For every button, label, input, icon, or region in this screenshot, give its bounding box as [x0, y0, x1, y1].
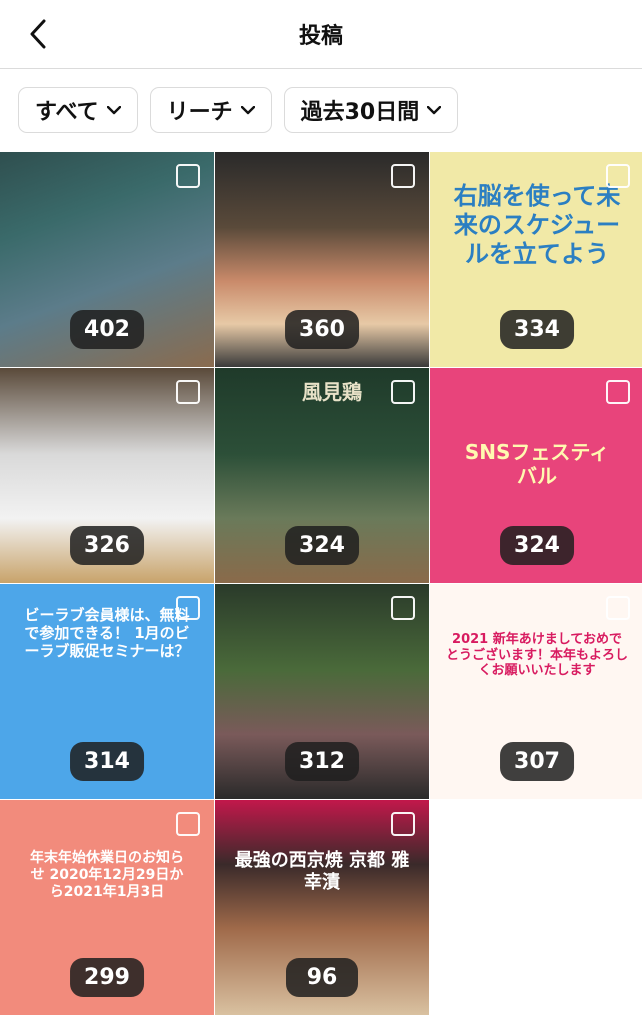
select-checkbox[interactable] — [391, 164, 415, 188]
page-title: 投稿 — [298, 24, 343, 49]
select-checkbox[interactable] — [606, 380, 630, 404]
post-tile[interactable]: 402 — [0, 152, 214, 367]
reach-count: 324 — [285, 526, 359, 565]
select-checkbox[interactable] — [176, 164, 200, 188]
chevron-down-icon — [240, 105, 255, 115]
chevron-down-icon — [427, 105, 442, 115]
select-checkbox[interactable] — [391, 380, 415, 404]
select-checkbox[interactable] — [176, 812, 200, 836]
reach-count: 326 — [70, 526, 144, 565]
post-overlay-text: 2021 新年あけましておめでとうございます！本年もよろしくお願いいたします — [446, 632, 629, 679]
post-tile[interactable]: 最強の西京焼 京都 雅幸漬 96 — [215, 800, 429, 1015]
post-tile[interactable]: 風見鶏 324 — [215, 368, 429, 583]
reach-count: 334 — [500, 310, 574, 349]
reach-count: 314 — [70, 742, 144, 781]
reach-count: 312 — [285, 742, 359, 781]
post-tile[interactable]: 312 — [215, 584, 429, 799]
filter-metric-dropdown[interactable]: リーチ — [149, 87, 272, 133]
chevron-left-icon — [30, 19, 46, 49]
top-bar: 投稿 — [0, 0, 642, 69]
reach-count: 402 — [70, 310, 144, 349]
chevron-down-icon — [106, 105, 121, 115]
filter-metric-label: リーチ — [166, 100, 233, 125]
post-overlay-text: 右脳を使って未来のスケジュールを立てよう — [453, 182, 621, 268]
post-tile[interactable]: 2021 新年あけましておめでとうございます！本年もよろしくお願いいたします 3… — [430, 584, 642, 799]
select-checkbox[interactable] — [606, 164, 630, 188]
select-checkbox[interactable] — [391, 812, 415, 836]
filter-period-dropdown[interactable]: 過去30日間 — [283, 87, 459, 133]
post-tile[interactable]: 右脳を使って未来のスケジュールを立てよう 334 — [430, 152, 642, 367]
select-checkbox[interactable] — [176, 380, 200, 404]
filter-period-label: 過去30日間 — [300, 100, 420, 125]
reach-count: 299 — [70, 958, 144, 997]
post-tile[interactable]: 360 — [215, 152, 429, 367]
post-tile[interactable]: ビーラブ会員様は、無料で参加できる！ 1月のビーラブ販促セミナーは？ 314 — [0, 584, 214, 799]
select-checkbox[interactable] — [606, 596, 630, 620]
select-checkbox[interactable] — [391, 596, 415, 620]
post-overlay-text: SNSフェスティバル — [464, 440, 610, 488]
filter-type-dropdown[interactable]: すべて — [18, 87, 138, 133]
post-overlay-text: 風見鶏 — [302, 380, 362, 404]
reach-count: 307 — [500, 742, 574, 781]
post-overlay-text: ビーラブ会員様は、無料で参加できる！ 1月のビーラブ販促セミナーは？ — [24, 606, 190, 660]
back-button[interactable] — [18, 14, 58, 54]
posts-grid: 402 360 右脳を使って未来のスケジュールを立てよう 334 326 風見鶏… — [0, 152, 642, 1015]
post-tile[interactable]: 326 — [0, 368, 214, 583]
reach-count: 96 — [286, 958, 358, 997]
post-overlay-text: 年末年始休業日のお知らせ 2020年12月29日から2021年1月3日 — [30, 850, 184, 900]
reach-count: 324 — [500, 526, 574, 565]
post-tile[interactable]: 年末年始休業日のお知らせ 2020年12月29日から2021年1月3日 299 — [0, 800, 214, 1015]
post-overlay-text: 最強の西京焼 京都 雅幸漬 — [234, 850, 410, 893]
reach-count: 360 — [285, 310, 359, 349]
post-tile[interactable]: SNSフェスティバル 324 — [430, 368, 642, 583]
filter-bar: すべて リーチ 過去30日間 — [0, 69, 642, 133]
select-checkbox[interactable] — [176, 596, 200, 620]
filter-type-label: すべて — [35, 100, 99, 125]
